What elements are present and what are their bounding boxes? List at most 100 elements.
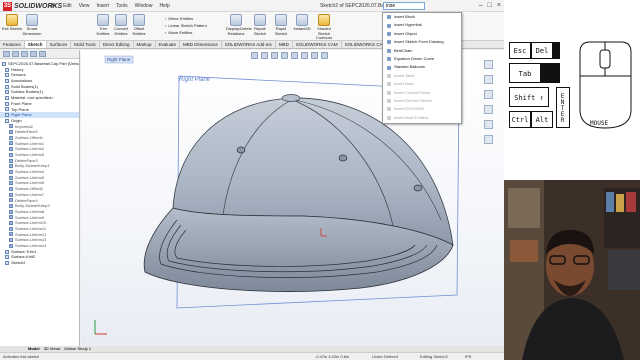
menu-window[interactable]: Window (135, 3, 153, 9)
menu-file[interactable]: File (48, 3, 56, 9)
linear-pattern-item[interactable]: Linear Sketch Pattern (165, 22, 206, 29)
instant2d-icon (296, 14, 308, 26)
feature-icon (9, 238, 13, 243)
smart-dimension-icon (26, 14, 38, 26)
smart-dimension-button[interactable]: Smart Dimension (22, 14, 42, 36)
right-plane-label[interactable]: Right Plane (179, 77, 210, 83)
heads-up-view-toolbar (251, 52, 328, 59)
trim-entities-button[interactable]: Trim Entities (93, 14, 113, 36)
zoom-fit-icon[interactable] (251, 52, 258, 59)
feature-icon (2, 61, 6, 66)
tab-sketch[interactable]: Sketch (24, 41, 47, 48)
feature-icon (9, 232, 13, 237)
minimize-icon[interactable]: – (479, 2, 483, 9)
tab-mbd[interactable]: MBD (276, 41, 293, 48)
tab-features[interactable]: Features (0, 41, 25, 48)
tab-markup[interactable]: Markup (134, 41, 156, 48)
zoom-area-icon[interactable] (261, 52, 268, 59)
command-icon (387, 65, 391, 70)
search-result-item: Insert DXF/DWG (383, 105, 461, 113)
view-orientation-icon[interactable] (291, 52, 298, 59)
search-result-item: Insert Note (383, 80, 461, 88)
scroll-wheel-icon (599, 49, 611, 69)
search-result-item[interactable]: Insert Block (383, 13, 461, 21)
repair-sketch-button[interactable]: Repair Sketch (250, 14, 270, 36)
instant2d-button[interactable]: Instant2D (292, 14, 312, 32)
display-manager-tab-icon[interactable] (39, 51, 46, 57)
previous-view-icon[interactable] (271, 52, 278, 59)
close-icon[interactable]: × (497, 2, 501, 9)
design-library-icon[interactable] (484, 75, 493, 84)
menu-tools[interactable]: Tools (116, 3, 128, 9)
file-explorer-icon[interactable] (484, 90, 493, 99)
display-delete-relations-button[interactable]: Display/Delete Relations (226, 14, 252, 36)
search-result-label: Insert DXF/DWG (394, 106, 425, 112)
rapid-sketch-button[interactable]: Rapid Sketch (271, 14, 291, 36)
offset-entities-button[interactable]: Offset Entities (129, 14, 149, 36)
search-result-label: Insert Control Points (394, 89, 431, 95)
feature-tree-tab-icon[interactable] (3, 51, 10, 57)
menu-help[interactable]: Help (159, 3, 169, 9)
tab-surfaces[interactable]: Surfaces (47, 41, 72, 48)
tab-evaluate[interactable]: Evaluate (156, 41, 181, 48)
search-result-item[interactable]: Belt/Chain (383, 47, 461, 55)
appearance-icon[interactable] (321, 52, 328, 59)
feature-icon (9, 169, 13, 174)
feature-icon (5, 95, 9, 100)
sketch-tools-list: Mirror Entities Linear Sketch Pattern Mo… (165, 15, 207, 36)
rapid-sketch-icon (275, 14, 287, 26)
webcam-feed (504, 180, 640, 360)
command-icon (387, 115, 391, 120)
tab-addins[interactable]: SOLIDWORKS Add-Ins (222, 41, 276, 48)
search-result-item[interactable]: Stacked Balloons (383, 63, 461, 71)
feature-tree-item[interactable]: Sketch2 (0, 260, 79, 266)
menu-view[interactable]: View (79, 3, 90, 9)
search-result-item[interactable]: Insert Object (383, 30, 461, 38)
property-manager-tab-icon[interactable] (12, 51, 19, 57)
configuration-tab-icon[interactable] (21, 51, 28, 57)
search-result-item[interactable]: Insert Hyperlink (383, 21, 461, 29)
move-entities-item[interactable]: Move Entities (165, 29, 207, 36)
tab-mbd-dimensions[interactable]: MBD Dimensions (180, 41, 222, 48)
convert-entities-button[interactable]: Convert Entities (111, 14, 131, 36)
section-view-icon[interactable] (281, 52, 288, 59)
solidworks-window: 3S SOLIDWORKS File Edit View Insert Tool… (0, 0, 504, 360)
search-result-label: Insert Sketch From Drawing (394, 39, 444, 45)
feature-icon (5, 113, 9, 118)
menu-edit[interactable]: Edit (63, 3, 72, 9)
view-palette-icon[interactable] (484, 105, 493, 114)
mirror-entities-item[interactable]: Mirror Entities (165, 15, 207, 22)
tab-mold-tools[interactable]: Mold Tools (71, 41, 100, 48)
command-icon (387, 82, 391, 87)
status-units[interactable]: IPS (465, 353, 471, 360)
hide-show-icon[interactable] (311, 52, 318, 59)
cap-button[interactable] (281, 94, 301, 102)
resources-icon[interactable] (484, 60, 493, 69)
shaded-sketch-contours-button[interactable]: Shaded Sketch Contours (314, 14, 334, 41)
exit-sketch-button[interactable]: Exit Sketch (2, 14, 22, 32)
search-result-item[interactable]: Equation Driven Curve (383, 55, 461, 63)
search-commands-input[interactable]: inse (383, 2, 425, 10)
tab-direct-editing[interactable]: Direct Editing (100, 41, 134, 48)
appearances-icon[interactable] (484, 120, 493, 129)
command-icon (387, 57, 391, 62)
key-ctrl: Ctrl (509, 111, 531, 128)
feature-icon (5, 249, 9, 254)
feature-icon (9, 175, 13, 180)
display-style-icon[interactable] (301, 52, 308, 59)
search-result-label: Insert Derived Sketch (394, 97, 433, 103)
search-result-item[interactable]: Insert Sketch From Drawing (383, 38, 461, 46)
search-result-label: Equation Driven Curve (394, 55, 435, 61)
key-alt: Alt (531, 111, 553, 128)
tab-cam[interactable]: SOLIDWORKS CAM (293, 41, 342, 48)
feature-icon (9, 124, 13, 129)
feature-icon (5, 78, 9, 83)
feature-icon (9, 198, 13, 203)
feature-icon (5, 101, 9, 106)
search-result-item: Insert Mold Folders (383, 114, 461, 122)
dimxpert-tab-icon[interactable] (30, 51, 37, 57)
custom-properties-icon[interactable] (484, 135, 493, 144)
maximize-icon[interactable]: □ (488, 2, 492, 9)
feature-manager-tabs (0, 50, 79, 59)
menu-insert[interactable]: Insert (96, 3, 109, 9)
